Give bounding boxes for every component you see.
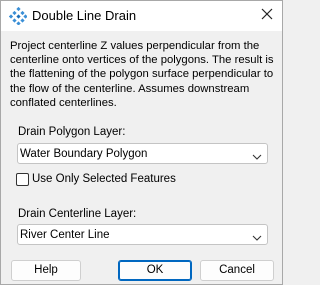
window-title: Double Line Drain [32,8,137,23]
title-bar: Double Line Drain [1,1,282,31]
polygon-layer-select[interactable]: Water Boundary Polygon [17,143,268,164]
chevron-down-icon [252,230,262,241]
centerline-layer-label: Drain Centerline Layer: [18,208,137,220]
help-button[interactable]: Help [11,260,81,281]
selected-features-label: Use Only Selected Features [32,173,176,185]
chevron-down-icon [252,149,262,160]
centerline-layer-select[interactable]: River Center Line [17,224,268,245]
centerline-layer-value: River Center Line [20,229,110,241]
selected-features-checkbox-row[interactable]: Use Only Selected Features [16,171,176,187]
polygon-layer-value: Water Boundary Polygon [20,148,148,160]
selected-features-checkbox[interactable] [16,172,29,186]
polygon-layer-label: Drain Polygon Layer: [18,126,126,138]
close-button[interactable] [253,3,281,29]
description-text: Project centerline Z values perpendicula… [10,40,274,109]
close-icon [261,7,273,25]
cancel-button[interactable]: Cancel [200,260,274,281]
ok-button[interactable]: OK [118,260,192,281]
app-diamond-icon [8,6,28,26]
dialog-window: Double Line Drain Project centerline Z v… [0,0,283,285]
